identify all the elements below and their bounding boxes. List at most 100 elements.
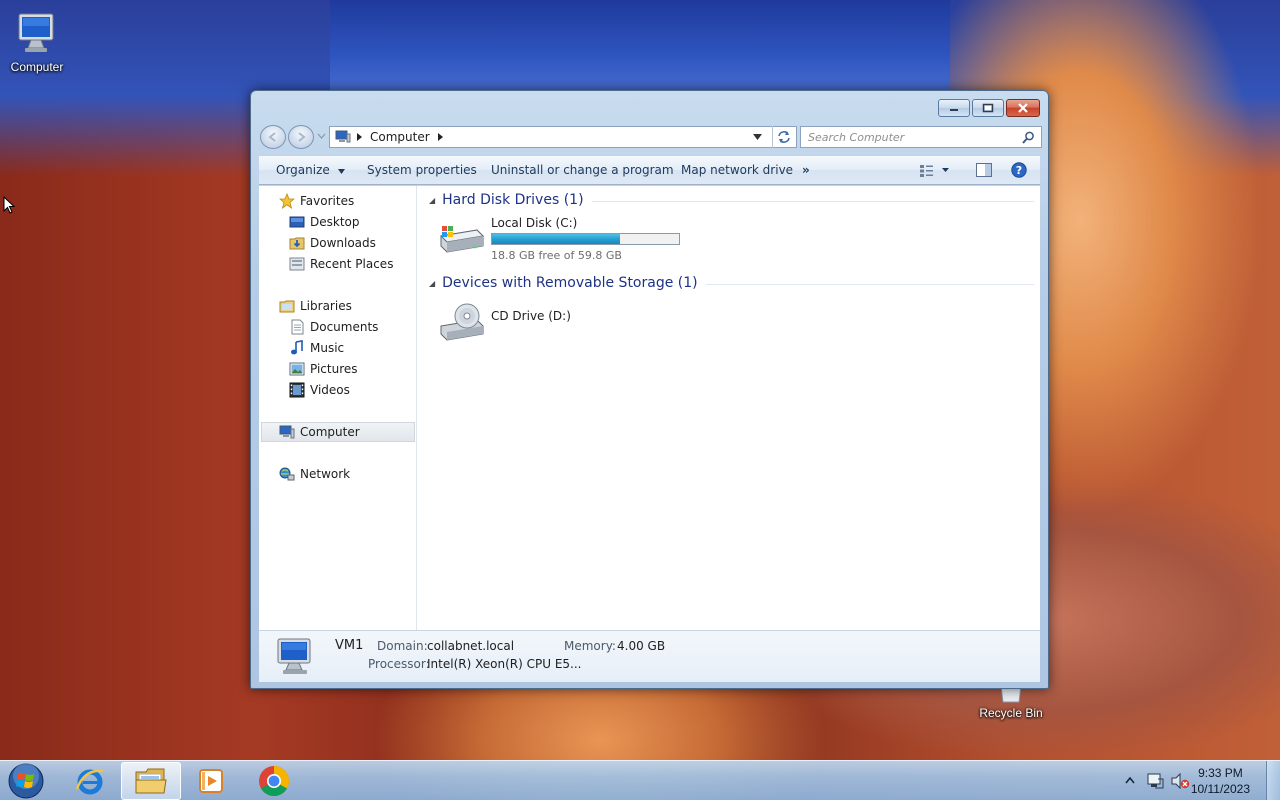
- star-icon: [279, 193, 295, 209]
- drive-usage-bar: [491, 233, 680, 245]
- address-bar[interactable]: Computer: [329, 126, 797, 148]
- group-header-removable-storage[interactable]: ◢ Devices with Removable Storage (1): [429, 273, 1034, 293]
- taskbar: 9:33 PM 10/11/2023: [0, 760, 1280, 800]
- desktop-icon-label: Computer: [10, 60, 64, 74]
- memory-label: Memory:: [564, 639, 616, 653]
- desktop-icon-recycle-bin[interactable]: Recycle Bin: [976, 686, 1046, 720]
- pictures-icon: [289, 362, 305, 376]
- nav-label: Music: [310, 341, 345, 355]
- taskbar-internet-explorer[interactable]: [60, 762, 120, 800]
- uninstall-program-button[interactable]: Uninstall or change a program: [491, 163, 674, 177]
- group-divider: [591, 200, 1034, 202]
- show-desktop-button[interactable]: [1266, 761, 1280, 800]
- search-box[interactable]: [800, 126, 1042, 148]
- recent-pages-chevron-icon[interactable]: [317, 133, 326, 140]
- nav-label: Network: [300, 467, 351, 481]
- nav-item-videos[interactable]: Videos: [259, 380, 415, 400]
- group-title: Devices with Removable Storage (1): [442, 275, 698, 291]
- taskbar-windows-explorer[interactable]: [121, 762, 181, 800]
- nav-label: Libraries: [300, 299, 352, 313]
- breadcrumb-arrow-icon[interactable]: [437, 133, 443, 141]
- wallpaper-sky: [330, 0, 950, 95]
- domain-value: collabnet.local: [427, 639, 515, 653]
- computer-icon: [335, 130, 351, 143]
- desktop-icon-computer[interactable]: Computer: [2, 8, 72, 74]
- close-button[interactable]: [1006, 99, 1040, 117]
- show-hidden-icons-icon[interactable]: [1125, 777, 1135, 784]
- refresh-button[interactable]: [772, 126, 794, 148]
- drive-local-disk-c[interactable]: Local Disk (C:) 18.8 GB free of 59.8 GB: [437, 216, 697, 264]
- breadcrumb-arrow-icon[interactable]: [357, 133, 362, 141]
- desktop-folder-icon: [289, 216, 305, 228]
- nav-item-downloads[interactable]: Downloads: [259, 233, 415, 253]
- processor-value: Intel(R) Xeon(R) CPU E5...: [427, 657, 582, 671]
- clock-date: 10/11/2023: [1190, 782, 1250, 796]
- collapse-triangle-icon[interactable]: ◢: [429, 279, 435, 288]
- taskbar-media-player[interactable]: [182, 762, 242, 800]
- back-button[interactable]: [260, 125, 286, 149]
- start-button[interactable]: [0, 762, 52, 800]
- minimize-button[interactable]: [938, 99, 970, 117]
- back-arrow-icon: [268, 132, 276, 142]
- nav-item-desktop[interactable]: Desktop: [259, 212, 415, 232]
- nav-item-recent-places[interactable]: Recent Places: [259, 254, 415, 274]
- search-icon[interactable]: [1022, 131, 1035, 144]
- dropdown-arrow-icon: [337, 169, 345, 174]
- taskbar-chrome[interactable]: [244, 762, 304, 800]
- nav-label: Recent Places: [310, 257, 394, 271]
- drive-name: Local Disk (C:): [491, 216, 578, 230]
- memory-value: 4.00 GB: [617, 639, 666, 653]
- collapse-triangle-icon[interactable]: ◢: [429, 196, 435, 205]
- explorer-content: Favorites Desktop Downloads Recent Place…: [259, 186, 1040, 630]
- action-center-icon[interactable]: [1146, 773, 1164, 789]
- videos-icon: [289, 382, 305, 398]
- change-view-button[interactable]: [919, 164, 949, 180]
- details-pane: VM1 Domain: collabnet.local Memory: 4.00…: [259, 630, 1040, 682]
- nav-favorites[interactable]: Favorites: [259, 191, 415, 211]
- forward-arrow-icon: [298, 132, 306, 142]
- computer-icon: [279, 425, 295, 439]
- nav-label: Documents: [310, 320, 379, 334]
- breadcrumb-computer[interactable]: Computer: [370, 130, 430, 144]
- preview-pane-icon: [976, 163, 992, 177]
- windows-logo-icon: [8, 763, 44, 799]
- music-icon: [291, 340, 303, 355]
- address-dropdown-icon[interactable]: [753, 134, 762, 140]
- organize-label: Organize: [276, 163, 330, 177]
- search-input[interactable]: [808, 130, 1018, 144]
- computer-name: VM1: [335, 638, 364, 653]
- file-list-area[interactable]: ◢ Hard Disk Drives (1) Local Disk (C:) 1: [419, 186, 1040, 630]
- refresh-icon: [777, 131, 790, 143]
- navigation-pane[interactable]: Favorites Desktop Downloads Recent Place…: [259, 186, 417, 630]
- forward-button[interactable]: [288, 125, 314, 149]
- nav-network[interactable]: Network: [259, 464, 415, 484]
- downloads-folder-icon: [289, 237, 305, 250]
- nav-computer[interactable]: Computer: [261, 422, 415, 442]
- maximize-button[interactable]: [972, 99, 1004, 117]
- more-commands-button[interactable]: »: [802, 163, 810, 177]
- volume-muted-icon[interactable]: [1170, 772, 1190, 790]
- recent-places-icon: [289, 257, 305, 271]
- drive-cd-d[interactable]: CD Drive (D:): [437, 300, 697, 348]
- caption-buttons: [938, 99, 1040, 117]
- nav-label: Favorites: [300, 194, 355, 208]
- system-clock[interactable]: 9:33 PM 10/11/2023: [1191, 765, 1250, 797]
- help-icon: ?: [1011, 162, 1027, 178]
- nav-label: Downloads: [310, 236, 376, 250]
- desktop-icon-label: Recycle Bin: [979, 706, 1043, 720]
- help-button[interactable]: ?: [1011, 162, 1027, 181]
- computer-icon: [18, 13, 54, 52]
- system-properties-button[interactable]: System properties: [367, 163, 477, 177]
- explorer-window[interactable]: Computer Organize System properties: [250, 90, 1049, 689]
- nav-item-pictures[interactable]: Pictures: [259, 359, 415, 379]
- organize-button[interactable]: Organize: [276, 163, 345, 177]
- map-network-drive-button[interactable]: Map network drive: [681, 163, 793, 177]
- nav-item-documents[interactable]: Documents: [259, 317, 415, 337]
- preview-pane-button[interactable]: [976, 163, 992, 180]
- chrome-icon: [259, 766, 290, 797]
- group-header-hard-disk-drives[interactable]: ◢ Hard Disk Drives (1): [429, 190, 1034, 210]
- group-divider: [705, 283, 1034, 285]
- nav-item-music[interactable]: Music: [259, 338, 415, 358]
- nav-libraries[interactable]: Libraries: [259, 296, 415, 316]
- libraries-icon: [279, 300, 295, 313]
